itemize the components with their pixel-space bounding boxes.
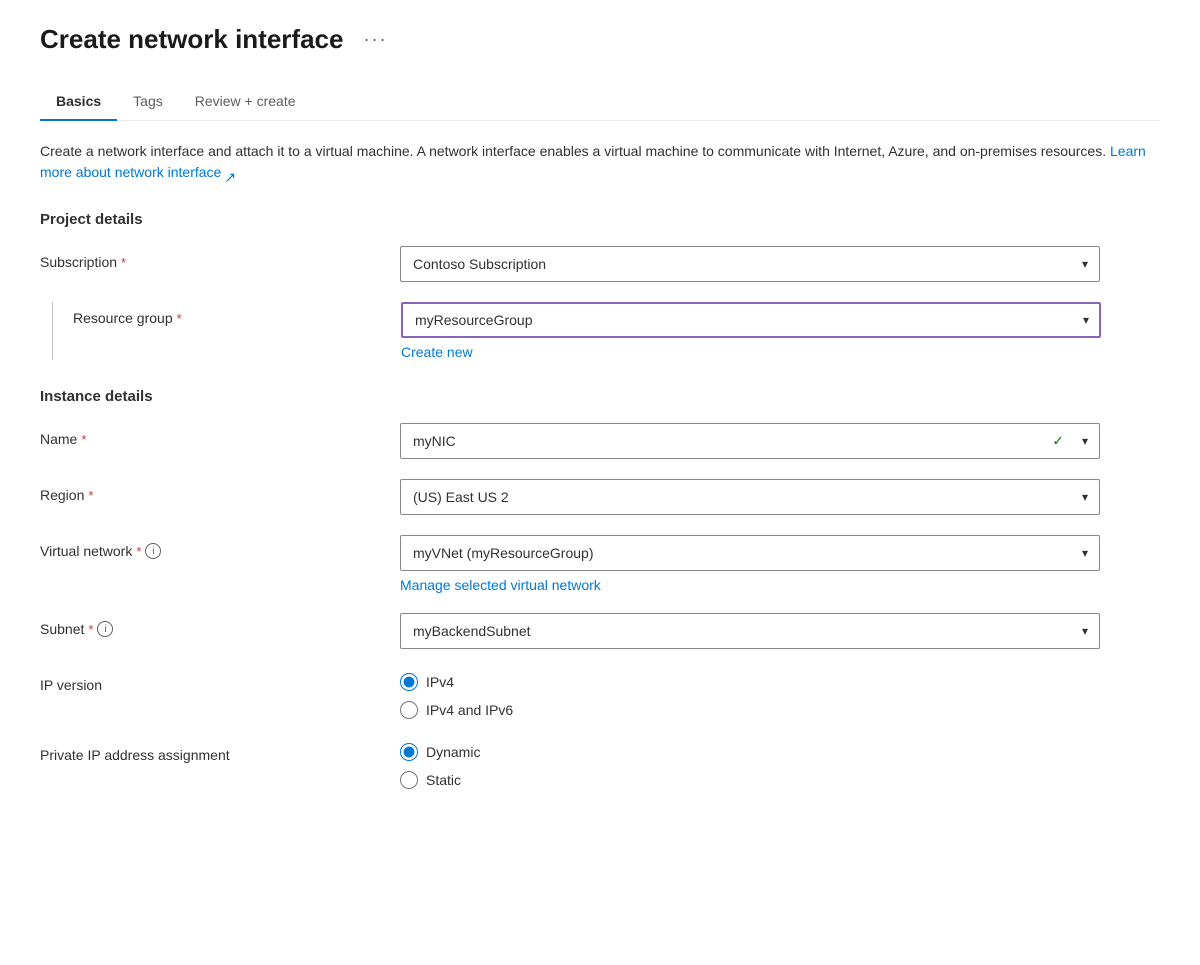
virtual-network-label: Virtual network * i	[40, 535, 400, 559]
vnet-info-icon[interactable]: i	[145, 543, 161, 559]
tab-tags[interactable]: Tags	[117, 83, 179, 121]
ipv4ipv6-label: IPv4 and IPv6	[426, 702, 513, 718]
resource-group-dropdown[interactable]: myResourceGroup	[401, 302, 1101, 338]
virtual-network-row: Virtual network * i myVNet (myResourceGr…	[40, 535, 1160, 593]
static-radio[interactable]	[400, 771, 418, 789]
region-row: Region * (US) East US 2 ▾	[40, 479, 1160, 515]
dynamic-label: Dynamic	[426, 744, 480, 760]
subnet-dropdown[interactable]: myBackendSubnet	[400, 613, 1100, 649]
page-header: Create network interface ···	[40, 24, 1160, 55]
ipv4ipv6-radio-item[interactable]: IPv4 and IPv6	[400, 701, 1100, 719]
private-ip-control: Dynamic Static	[400, 739, 1100, 789]
subnet-required-star: *	[88, 622, 93, 637]
tab-basics[interactable]: Basics	[40, 83, 117, 121]
resource-group-control: myResourceGroup ▾ Create new	[401, 302, 1101, 360]
static-radio-item[interactable]: Static	[400, 771, 1100, 789]
ip-version-radio-group: IPv4 IPv4 and IPv6	[400, 669, 1100, 719]
name-required-star: *	[81, 432, 86, 447]
subnet-info-icon[interactable]: i	[97, 621, 113, 637]
region-control: (US) East US 2 ▾	[400, 479, 1100, 515]
resource-group-select-wrapper: myResourceGroup ▾	[401, 302, 1101, 338]
subscription-required-star: *	[121, 255, 126, 270]
project-details-section: Project details Subscription * Contoso S…	[40, 211, 1160, 360]
manage-vnet-link[interactable]: Manage selected virtual network	[400, 577, 601, 593]
dynamic-radio-item[interactable]: Dynamic	[400, 743, 1100, 761]
region-required-star: *	[88, 488, 93, 503]
create-new-link[interactable]: Create new	[401, 344, 473, 360]
region-select-wrapper: (US) East US 2 ▾	[400, 479, 1100, 515]
ip-version-label: IP version	[40, 669, 400, 693]
resource-group-indent: Resource group * myResourceGroup ▾ Creat…	[52, 302, 1160, 360]
virtual-network-control: myVNet (myResourceGroup) ▾ Manage select…	[400, 535, 1100, 593]
resource-group-required-star: *	[177, 311, 182, 326]
page-title: Create network interface	[40, 24, 343, 55]
ipv4-radio[interactable]	[400, 673, 418, 691]
subscription-select-wrapper: Contoso Subscription ▾	[400, 246, 1100, 282]
ip-version-control: IPv4 IPv4 and IPv6	[400, 669, 1100, 719]
region-dropdown[interactable]: (US) East US 2	[400, 479, 1100, 515]
name-control: myNIC ✓ ▾	[400, 423, 1100, 459]
ip-version-row: IP version IPv4 IPv4 and IPv6	[40, 669, 1160, 719]
dynamic-radio[interactable]	[400, 743, 418, 761]
tab-review-create[interactable]: Review + create	[179, 83, 312, 121]
ipv4-label: IPv4	[426, 674, 454, 690]
subscription-dropdown[interactable]: Contoso Subscription	[400, 246, 1100, 282]
private-ip-row: Private IP address assignment Dynamic St…	[40, 739, 1160, 789]
ipv4ipv6-radio[interactable]	[400, 701, 418, 719]
ipv4-radio-item[interactable]: IPv4	[400, 673, 1100, 691]
region-label: Region *	[40, 479, 400, 503]
tabs-container: Basics Tags Review + create	[40, 83, 1160, 121]
external-link-icon: ↗	[224, 167, 236, 179]
more-options-button[interactable]: ···	[355, 25, 395, 54]
instance-details-title: Instance details	[40, 388, 1160, 405]
name-select-wrapper: myNIC ✓ ▾	[400, 423, 1100, 459]
subscription-control: Contoso Subscription ▾	[400, 246, 1100, 282]
private-ip-radio-group: Dynamic Static	[400, 739, 1100, 789]
description-text: Create a network interface and attach it…	[40, 143, 1146, 180]
page-container: Create network interface ··· Basics Tags…	[0, 0, 1200, 833]
vnet-dropdown[interactable]: myVNet (myResourceGroup)	[400, 535, 1100, 571]
name-dropdown[interactable]: myNIC	[400, 423, 1100, 459]
description-block: Create a network interface and attach it…	[40, 141, 1160, 183]
subnet-control: myBackendSubnet ▾	[400, 613, 1100, 649]
name-check-icon: ✓	[1052, 433, 1064, 450]
vnet-required-star: *	[136, 544, 141, 559]
subscription-row: Subscription * Contoso Subscription ▾	[40, 246, 1160, 282]
project-details-title: Project details	[40, 211, 1160, 228]
static-label: Static	[426, 772, 461, 788]
name-row: Name * myNIC ✓ ▾	[40, 423, 1160, 459]
name-label: Name *	[40, 423, 400, 447]
subnet-select-wrapper: myBackendSubnet ▾	[400, 613, 1100, 649]
resource-group-label: Resource group *	[73, 302, 401, 326]
subnet-row: Subnet * i myBackendSubnet ▾	[40, 613, 1160, 649]
resource-group-row: Resource group * myResourceGroup ▾ Creat…	[73, 302, 1160, 360]
subscription-label: Subscription *	[40, 246, 400, 270]
instance-details-section: Instance details Name * myNIC ✓ ▾ Region	[40, 388, 1160, 789]
private-ip-label: Private IP address assignment	[40, 739, 400, 763]
vnet-select-wrapper: myVNet (myResourceGroup) ▾	[400, 535, 1100, 571]
subnet-label: Subnet * i	[40, 613, 400, 637]
